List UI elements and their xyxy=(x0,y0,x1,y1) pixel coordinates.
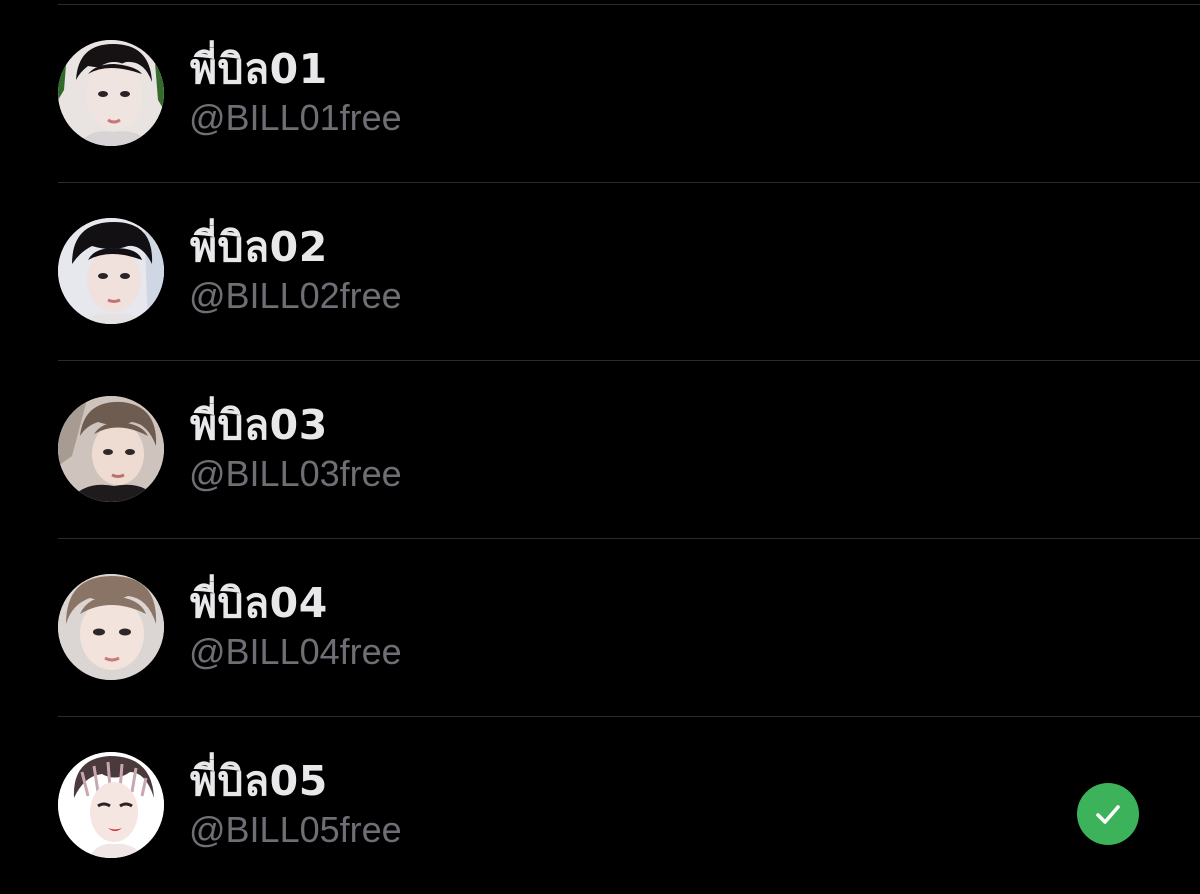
display-name: พี่บิล03 xyxy=(190,401,328,449)
display-name: พี่บิล05 xyxy=(190,757,328,805)
account-row-5[interactable]: พี่บิล05 @BILL05free xyxy=(58,717,1200,894)
checkmark-icon xyxy=(1096,805,1120,824)
username-handle: @BILL04free xyxy=(189,631,402,672)
account-row-3[interactable]: พี่บิล03 @BILL03free xyxy=(58,361,1200,539)
checkmark-circle-icon xyxy=(1077,783,1139,845)
username-handle: @BILL05free xyxy=(189,809,402,850)
display-name: พี่บิล01 xyxy=(190,45,328,93)
avatar-photo-icon xyxy=(58,574,164,680)
avatar xyxy=(58,396,164,502)
display-name: พี่บิล02 xyxy=(190,223,328,271)
username-handle: @BILL01free xyxy=(189,97,402,138)
account-row-2[interactable]: พี่บิล02 @BILL02free xyxy=(58,183,1200,361)
username-handle: @BILL02free xyxy=(189,275,402,316)
avatar xyxy=(58,752,164,858)
avatar xyxy=(58,574,164,680)
display-name: พี่บิล04 xyxy=(190,579,328,627)
avatar-photo-icon xyxy=(58,40,164,146)
avatar-photo-icon xyxy=(58,752,164,858)
avatar-photo-icon xyxy=(58,218,164,324)
username-handle: @BILL03free xyxy=(189,453,402,494)
avatar xyxy=(58,40,164,146)
avatar xyxy=(58,218,164,324)
account-row-1[interactable]: พี่บิล01 @BILL01free xyxy=(58,5,1200,183)
avatar-photo-icon xyxy=(58,396,164,502)
account-list: พี่บิล01 @BILL01free พี่บิล02 @BILL02fre… xyxy=(0,5,1200,894)
account-row-4[interactable]: พี่บิล04 @BILL04free xyxy=(58,539,1200,717)
